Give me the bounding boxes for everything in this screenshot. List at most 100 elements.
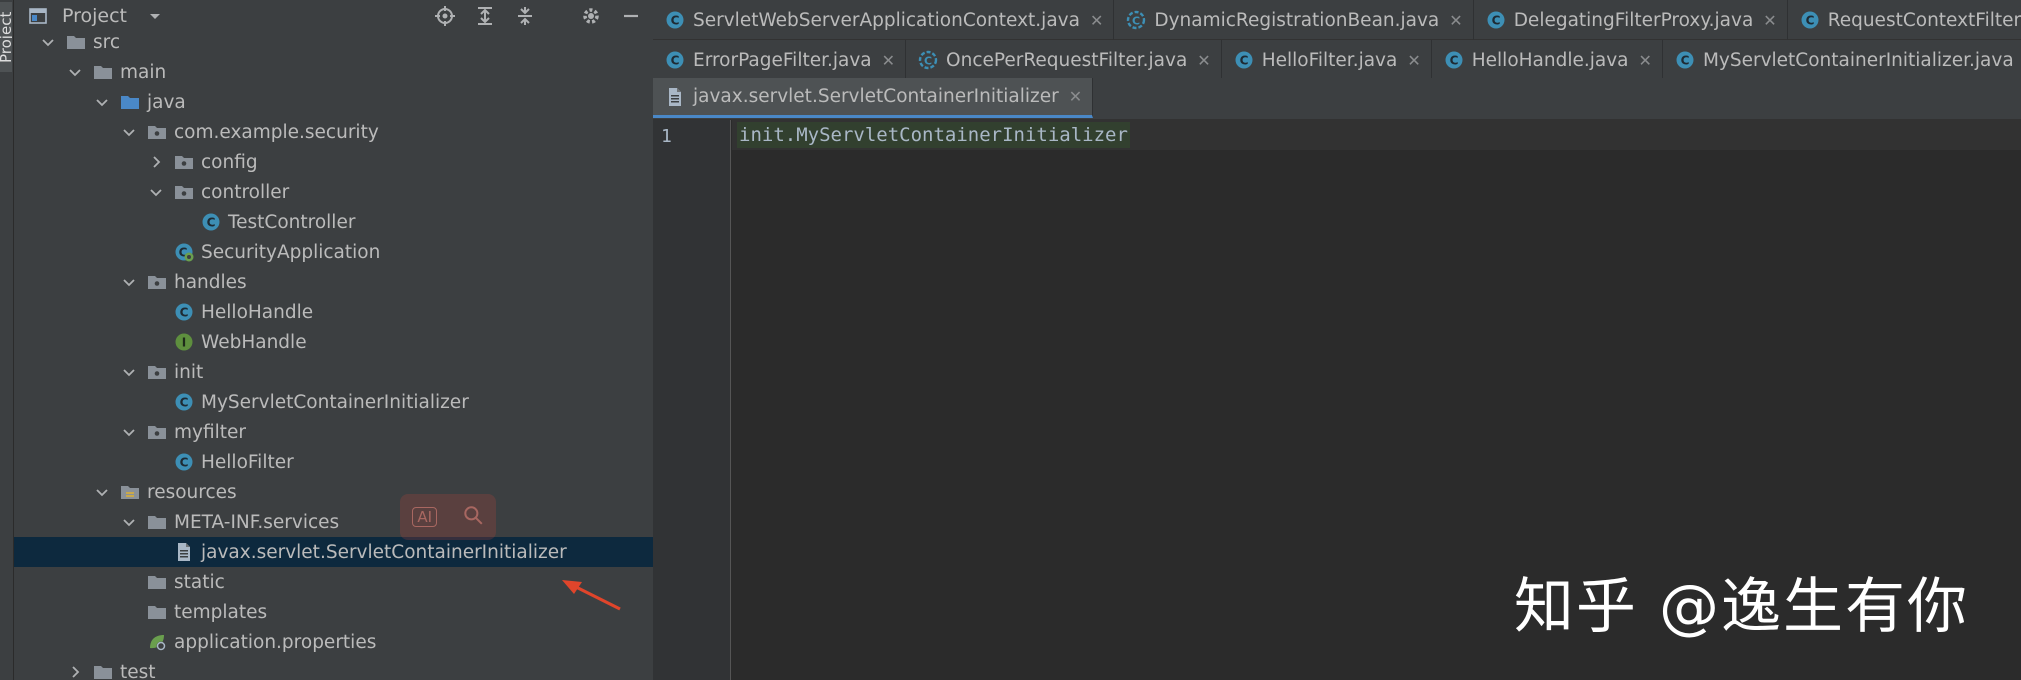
interface-icon: I xyxy=(174,332,194,352)
close-tab-icon[interactable]: ✕ xyxy=(1407,51,1420,70)
svg-text:C: C xyxy=(1239,54,1248,68)
floating-ai-toolbar[interactable]: AI xyxy=(400,494,496,540)
close-tab-icon[interactable]: ✕ xyxy=(1763,11,1776,30)
close-tab-icon[interactable]: ✕ xyxy=(1069,87,1082,106)
tree-item[interactable]: handles xyxy=(14,267,653,297)
chevron-right-icon[interactable] xyxy=(148,154,164,170)
editor-tab[interactable]: CMyServletContainerInitializer.java✕ xyxy=(1663,40,2021,80)
editor-tab[interactable]: CRequestContextFilter.java✕ xyxy=(1788,0,2021,40)
tree-item[interactable]: javax.servlet.ServletContainerInitialize… xyxy=(14,537,653,567)
editor-tab-row: C ErrorPageFilter.java ✕ C OncePerRequestFil… xyxy=(653,40,2021,80)
project-tool-window-button[interactable]: Project xyxy=(0,2,12,72)
chevron-down-icon[interactable] xyxy=(40,34,56,50)
chevron-down-icon[interactable] xyxy=(121,274,137,290)
editor-tab[interactable]: C OncePerRequestFilter.java ✕ xyxy=(906,40,1222,80)
class-icon: C xyxy=(1800,10,1820,30)
close-tab-icon[interactable]: ✕ xyxy=(1090,11,1103,30)
class-icon: C xyxy=(174,452,194,472)
chevron-down-icon[interactable] xyxy=(94,94,110,110)
chevron-down-icon[interactable] xyxy=(121,424,137,440)
tree-item[interactable]: resources xyxy=(14,477,653,507)
svg-text:C: C xyxy=(180,396,189,410)
tree-item-label: handles xyxy=(174,271,247,293)
left-tool-strip: Project xyxy=(0,0,14,680)
tree-item[interactable]: config xyxy=(14,147,653,177)
svg-text:C: C xyxy=(180,306,189,320)
tree-item-label: templates xyxy=(174,601,268,623)
code-line[interactable]: init.MyServletContainerInitializer xyxy=(737,122,1130,148)
hide-panel-icon[interactable] xyxy=(619,4,643,28)
tree-item[interactable]: com.example.security xyxy=(14,117,653,147)
editor-tab[interactable]: C HelloHandle.java ✕ xyxy=(1432,40,1663,80)
folder-icon xyxy=(147,512,167,532)
expand-all-icon[interactable] xyxy=(473,4,497,28)
editor-tab[interactable]: C ErrorPageFilter.java ✕ xyxy=(653,40,907,80)
package-icon xyxy=(147,362,167,382)
editor-tab[interactable]: C ServletWebServerApplicationContext.java… xyxy=(653,0,1115,40)
editor-tab[interactable]: C DelegatingFilterProxy.java ✕ xyxy=(1474,0,1788,40)
editor-tab[interactable]: C HelloFilter.java ✕ xyxy=(1222,40,1432,80)
tab-label: DelegatingFilterProxy.java xyxy=(1513,9,1754,31)
project-icon xyxy=(28,6,48,26)
close-tab-icon[interactable]: ✕ xyxy=(1639,51,1652,70)
tree-item[interactable]: C MyServletContainerInitializer xyxy=(14,387,653,417)
tree-item-label: java xyxy=(147,91,186,113)
svg-text:C: C xyxy=(1491,14,1500,28)
editor-tab[interactable]: C DynamicRegistrationBean.java ✕ xyxy=(1114,0,1474,40)
search-icon[interactable] xyxy=(462,504,484,531)
tree-item[interactable]: application.properties xyxy=(14,627,653,657)
properties-file-icon xyxy=(147,632,167,652)
tree-item-label: WebHandle xyxy=(201,331,307,353)
tree-item[interactable]: C TestController xyxy=(14,207,653,237)
editor-tab[interactable]: javax.servlet.ServletContainerInitialize… xyxy=(653,78,1094,118)
tree-item[interactable]: main xyxy=(14,57,653,87)
tree-item-label: test xyxy=(120,661,156,680)
tree-item-label: main xyxy=(120,61,167,83)
locate-icon[interactable] xyxy=(433,4,457,28)
editor-area: C ServletWebServerApplicationContext.java… xyxy=(653,0,2021,680)
tree-item[interactable]: I WebHandle xyxy=(14,327,653,357)
tree-item[interactable]: META-INF.services xyxy=(14,507,653,537)
chevron-down-icon[interactable] xyxy=(67,64,83,80)
close-tab-icon[interactable]: ✕ xyxy=(1197,51,1210,70)
chevron-down-icon[interactable] xyxy=(121,514,137,530)
close-tab-icon[interactable]: ✕ xyxy=(882,51,895,70)
tree-item-label: src xyxy=(93,31,121,53)
watermark: 知乎 @逸生有你 xyxy=(1513,572,1969,642)
tree-item-label: javax.servlet.ServletContainerInitialize… xyxy=(201,541,567,563)
tree-item[interactable]: C SecurityApplication xyxy=(14,237,653,267)
package-icon xyxy=(174,152,194,172)
tab-label: RequestContextFilter.java xyxy=(1827,9,2021,31)
class-icon: C xyxy=(665,50,685,70)
tab-label: DynamicRegistrationBean.java xyxy=(1154,9,1440,31)
tree-item[interactable]: controller xyxy=(14,177,653,207)
tree-item[interactable]: C HelloHandle xyxy=(14,297,653,327)
chevron-down-icon[interactable] xyxy=(94,484,110,500)
chevron-down-icon[interactable] xyxy=(121,364,137,380)
tree-item[interactable]: init xyxy=(14,357,653,387)
tree-item[interactable]: src xyxy=(14,27,653,57)
tree-item[interactable]: C HelloFilter xyxy=(14,447,653,477)
chevron-down-icon[interactable] xyxy=(148,184,164,200)
close-tab-icon[interactable]: ✕ xyxy=(1449,11,1462,30)
text-file-icon xyxy=(665,87,685,107)
gear-icon[interactable] xyxy=(579,4,603,28)
tree-item[interactable]: java xyxy=(14,87,653,117)
tree-item-label: static xyxy=(174,571,225,593)
tree-item[interactable]: test xyxy=(14,657,653,680)
tree-item[interactable]: templates xyxy=(14,597,653,627)
view-dropdown-icon[interactable] xyxy=(147,8,163,24)
ai-assistant-button[interactable]: AI xyxy=(412,507,438,527)
tree-item[interactable]: static xyxy=(14,567,653,597)
panel-title[interactable]: Project xyxy=(62,5,127,27)
chevron-right-icon[interactable] xyxy=(67,664,83,680)
collapse-all-icon[interactable] xyxy=(513,4,537,28)
tree-item[interactable]: myfilter xyxy=(14,417,653,447)
chevron-down-icon[interactable] xyxy=(121,124,137,140)
